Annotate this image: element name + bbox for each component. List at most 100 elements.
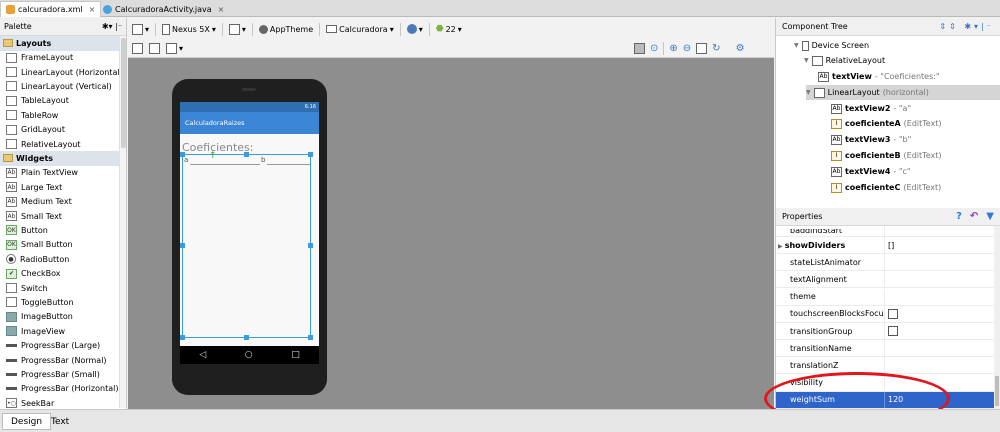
palette-item[interactable]: OK Small Button — [0, 238, 126, 252]
tab-calcuradora-activity[interactable]: CalcuradoraActivity.java × — [98, 1, 229, 17]
coeficienteB-edittext[interactable] — [267, 164, 310, 165]
property-row-showDividers[interactable]: ▶ showDividers [] — [776, 237, 994, 254]
palette-item[interactable]: Ab Medium Text — [0, 195, 126, 209]
palette-item[interactable]: ToggleButton — [0, 295, 126, 309]
tree-node[interactable]: Ab textView4 - "c" — [831, 164, 911, 179]
resize-handle[interactable] — [244, 335, 249, 340]
tree-node[interactable]: IcoeficienteC (EditText) — [831, 180, 941, 195]
palette-item[interactable]: ProgressBar (Horizontal) — [0, 382, 126, 396]
property-value[interactable] — [884, 340, 994, 357]
property-row-transitionName[interactable]: transitionName — [776, 340, 994, 358]
scrollbar-thumb[interactable] — [121, 38, 126, 148]
tree-node[interactable]: Ab textView - "Coeficientes:" — [818, 69, 940, 84]
palette-item[interactable]: ✔ CheckBox — [0, 266, 126, 280]
expand-arrow-icon[interactable]: ▼ — [804, 57, 809, 64]
palette-item[interactable]: LinearLayout (Horizontal) — [0, 65, 126, 79]
layout-variants-button[interactable]: ▾ — [132, 23, 149, 35]
property-row-translationZ[interactable]: translationZ — [776, 357, 994, 375]
palette-item[interactable]: Ab Plain TextView — [0, 166, 126, 180]
palette-item[interactable]: TableRow — [0, 108, 126, 122]
property-row-textAlignment[interactable]: textAlignment — [776, 271, 994, 289]
tree-node[interactable]: ▼ RelativeLayout — [804, 53, 888, 68]
resize-handle[interactable] — [308, 335, 313, 340]
property-checkbox[interactable] — [888, 326, 898, 336]
refresh-icon[interactable]: ↻ — [712, 43, 720, 54]
palette-item[interactable]: GridLayout — [0, 122, 126, 136]
resize-handle[interactable] — [244, 152, 249, 157]
tree-node[interactable]: IcoeficienteA (EditText) — [831, 116, 942, 131]
settings-gear-icon[interactable]: ⚙ — [736, 43, 745, 54]
zoom-in-icon[interactable]: ⊕ — [669, 43, 677, 54]
palette-item[interactable]: •○ SeekBar — [0, 396, 126, 409]
close-tab-icon[interactable]: × — [218, 5, 225, 14]
device-dropdown[interactable]: Nexus 5X ▾ — [162, 23, 216, 35]
property-row-stateListAnimator[interactable]: stateListAnimator — [776, 254, 994, 272]
property-value[interactable] — [884, 305, 994, 322]
anchor-arrow-icon[interactable]: ↑ — [209, 151, 217, 161]
tree-node[interactable]: Ab textView3 - "b" — [831, 132, 911, 147]
palette-item[interactable]: RelativeLayout — [0, 137, 126, 151]
activity-dropdown[interactable]: Calcuradora ▾ — [326, 25, 394, 34]
tree-node[interactable]: ▼ Device Screen — [794, 38, 872, 53]
palette-scrollbar[interactable] — [119, 36, 126, 408]
api-level-dropdown[interactable]: ⬣ 22 ▾ — [436, 24, 462, 34]
expand-collapse-icon[interactable]: ⇕⇕ ✱▾|⁻ — [939, 22, 994, 31]
help-icon[interactable]: ? — [956, 211, 962, 222]
property-checkbox[interactable] — [888, 308, 898, 319]
property-value[interactable] — [884, 323, 994, 339]
property-value[interactable]: [] — [884, 237, 994, 253]
resize-handle[interactable] — [308, 152, 313, 157]
palette-item[interactable]: ProgressBar (Large) — [0, 338, 126, 352]
palette-item[interactable]: Ab Large Text — [0, 180, 126, 194]
palette-item[interactable]: ImageButton — [0, 310, 126, 324]
palette-settings-icon[interactable]: ✱▾ |⁻ — [102, 22, 122, 31]
zoom-fit-icon[interactable] — [696, 42, 708, 54]
screen-mode-icon[interactable] — [634, 42, 645, 54]
palette-item[interactable]: Ab Small Text — [0, 209, 126, 223]
palette-item[interactable]: FrameLayout — [0, 51, 126, 65]
expand-horizontal-icon[interactable] — [132, 42, 143, 54]
resize-handle[interactable] — [180, 335, 185, 340]
property-value[interactable] — [884, 254, 994, 271]
coeficienteA-edittext[interactable] — [190, 164, 260, 165]
palette-category-widgets[interactable]: Widgets — [0, 151, 126, 166]
property-value[interactable] — [884, 271, 994, 288]
coeficientes-textview[interactable]: Coeficientes: — [182, 141, 253, 154]
field-a-label[interactable]: a — [184, 156, 188, 164]
undo-icon[interactable]: ↶ — [970, 211, 978, 222]
expand-vertical-icon[interactable] — [149, 42, 160, 54]
palette-item[interactable]: ProgressBar (Normal) — [0, 353, 126, 367]
zoom-actual-icon[interactable]: ⊙ — [650, 43, 658, 54]
tree-node[interactable]: IcoeficienteB (EditText) — [831, 148, 941, 163]
orientation-dropdown[interactable]: ▾ — [228, 23, 246, 35]
linearlayout-selection[interactable]: ↑ a b — [180, 151, 313, 340]
theme-dropdown[interactable]: AppTheme — [258, 24, 313, 34]
palette-item[interactable]: TableLayout — [0, 94, 126, 108]
property-value[interactable] — [884, 288, 994, 305]
properties-scrollbar[interactable] — [994, 226, 1000, 409]
property-value[interactable] — [884, 226, 994, 236]
tab-text[interactable]: Text — [42, 413, 78, 430]
palette-item[interactable]: OK Button — [0, 223, 126, 237]
tree-node[interactable]: Ab textView2 - "a" — [831, 101, 911, 116]
palette-item[interactable]: ● RadioButton — [0, 252, 126, 266]
filter-icon[interactable]: ▼ — [986, 211, 994, 222]
margin-dropdown[interactable]: ▾ — [166, 42, 183, 54]
palette-category-layouts[interactable]: Layouts — [0, 36, 126, 51]
expand-arrow-icon[interactable]: ▼ — [806, 89, 811, 96]
property-row-transitionGroup[interactable]: transitionGroup — [776, 323, 994, 340]
resize-handle[interactable] — [180, 243, 185, 248]
palette-item[interactable]: ImageView — [0, 324, 126, 338]
tree-node[interactable]: ▼ LinearLayout (horizontal) — [806, 85, 1000, 100]
expand-arrow-icon[interactable]: ▼ — [794, 42, 799, 49]
property-value[interactable] — [884, 357, 994, 374]
field-b-label[interactable]: b — [261, 156, 265, 164]
property-row-theme[interactable]: theme — [776, 288, 994, 306]
palette-item[interactable]: ProgressBar (Small) — [0, 367, 126, 381]
palette-item[interactable]: LinearLayout (Vertical) — [0, 79, 126, 93]
locale-dropdown[interactable]: ▾ — [406, 24, 423, 34]
scrollbar-thumb[interactable] — [995, 376, 999, 406]
design-canvas[interactable]: 6:16 CalculadoraRaizes Coeficientes: ↑ a… — [128, 58, 774, 409]
expand-arrow-icon[interactable]: ▶ — [778, 243, 785, 250]
property-row-paddingStart[interactable]: paddingStart — [776, 226, 994, 237]
